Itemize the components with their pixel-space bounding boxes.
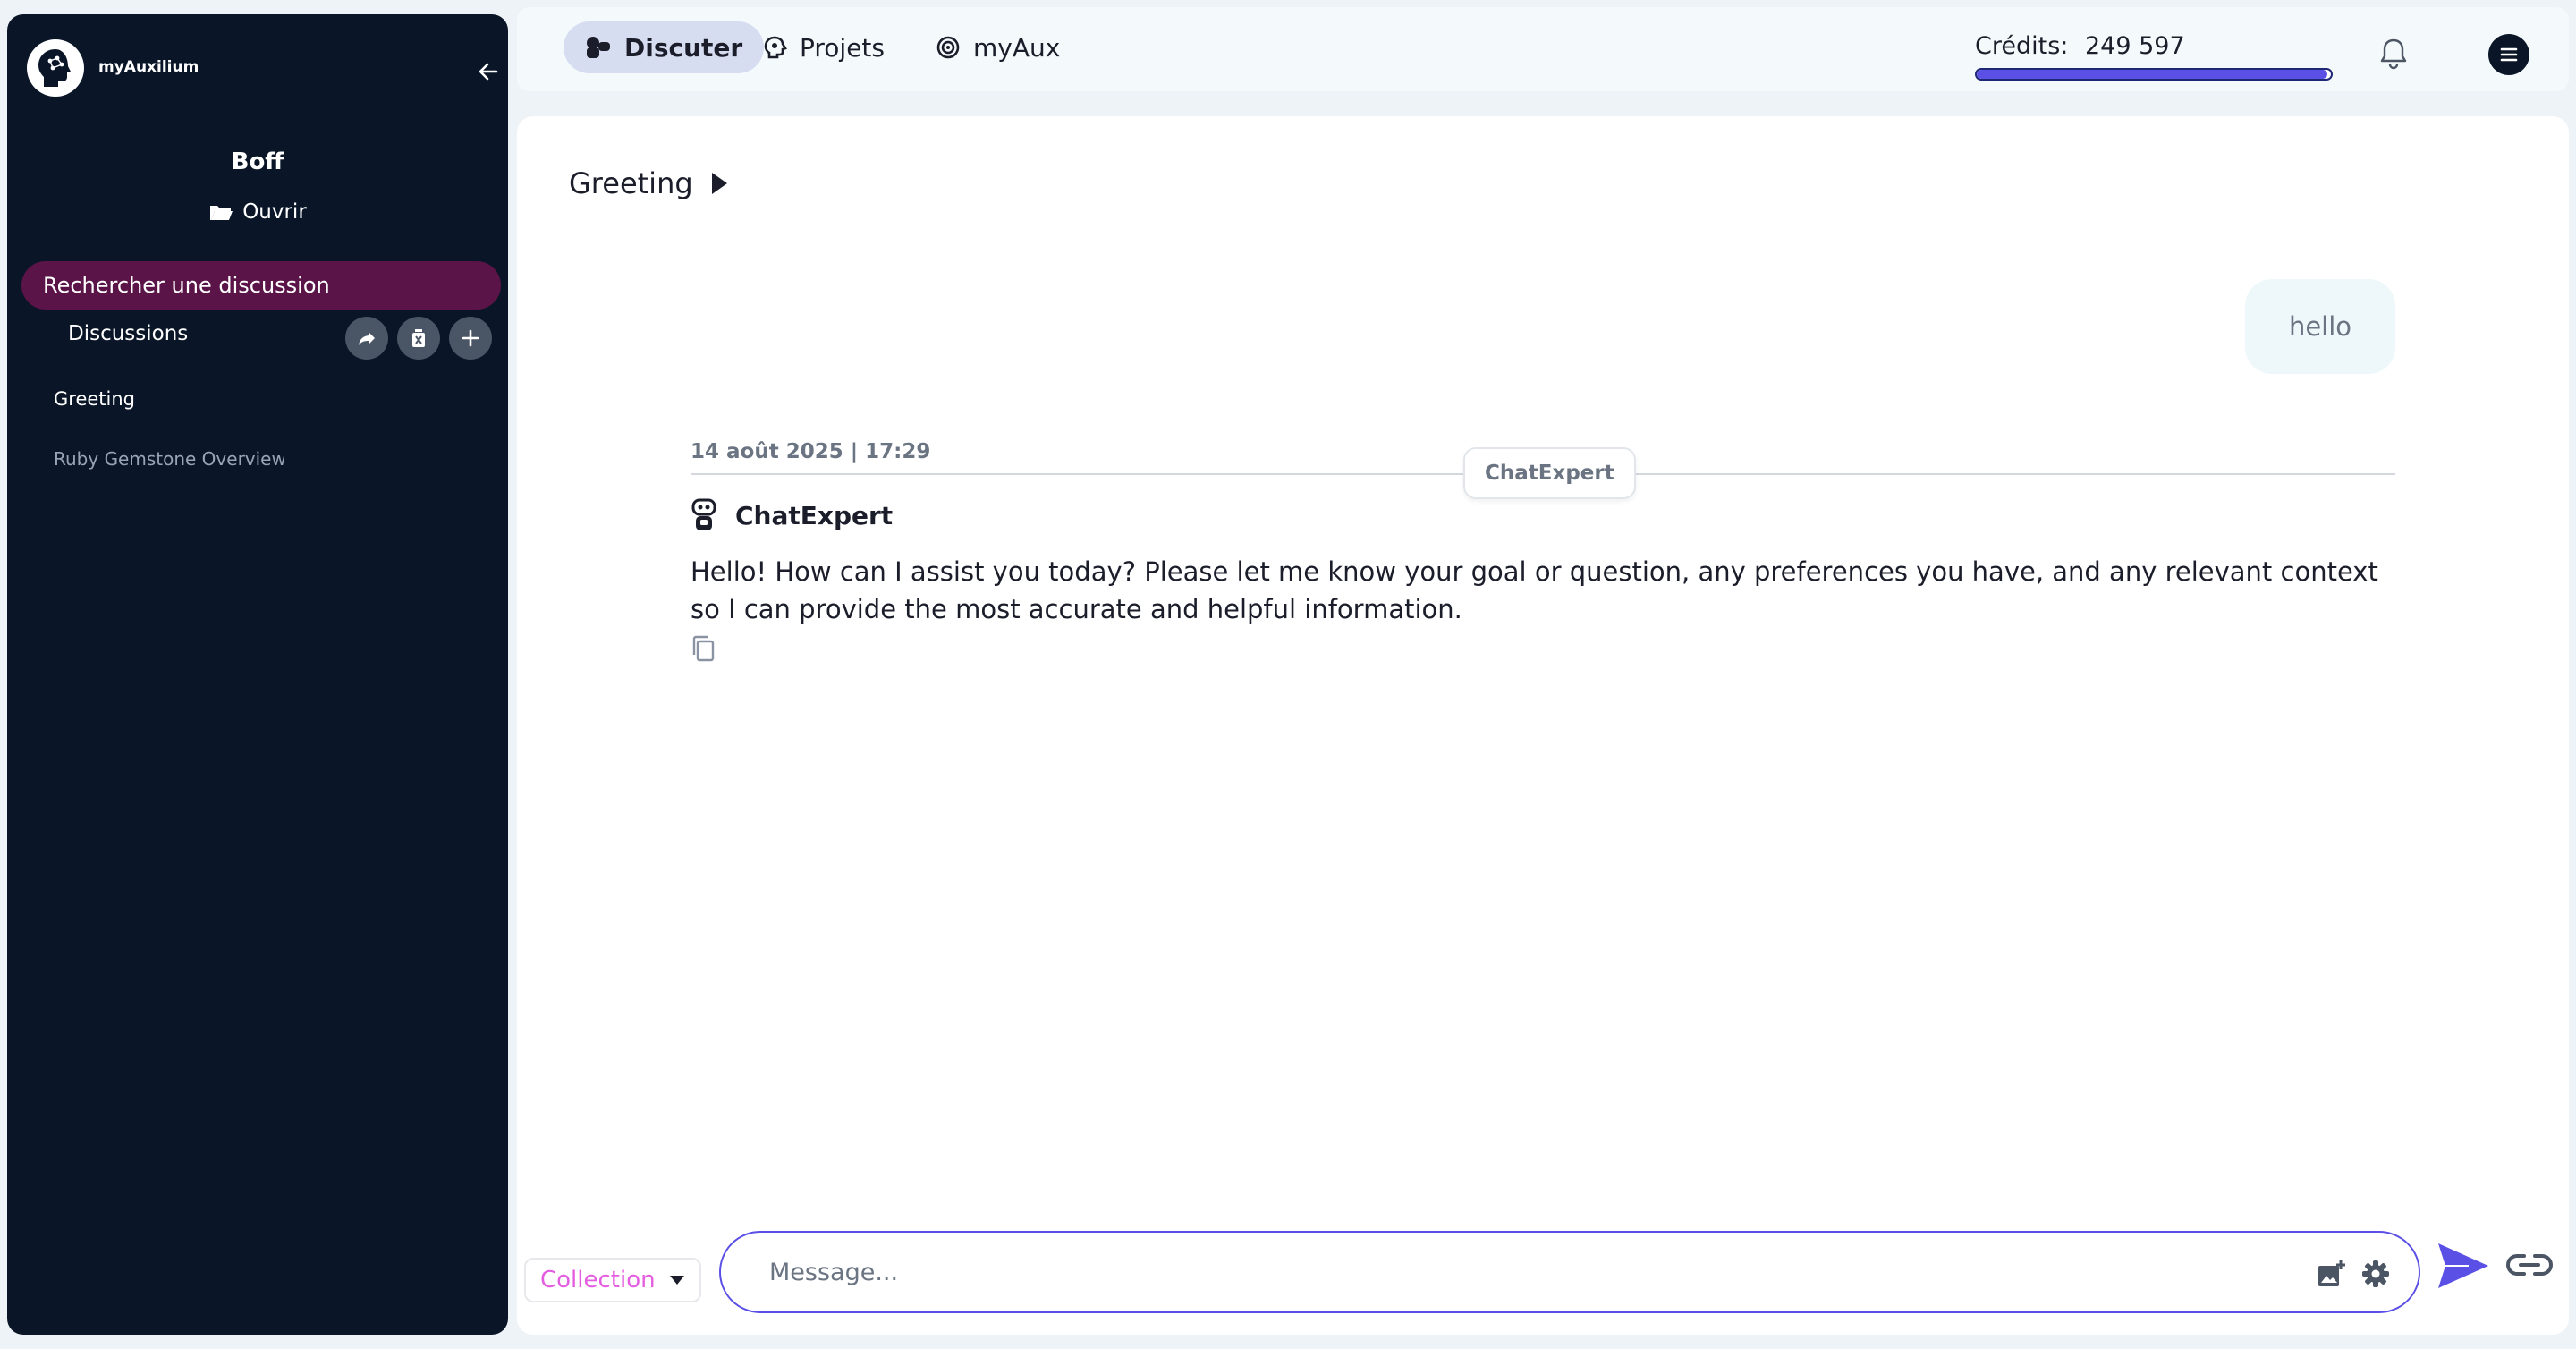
chat-icon bbox=[587, 37, 610, 58]
brain-head-icon bbox=[38, 49, 71, 87]
discussion-actions bbox=[345, 317, 492, 360]
target-icon bbox=[936, 36, 960, 59]
conversation-item-greeting[interactable]: Greeting bbox=[54, 388, 284, 410]
send-icon bbox=[2438, 1243, 2488, 1288]
message-timestamp: 14 août 2025 | 17:29 bbox=[691, 440, 931, 463]
credits-label: Crédits: bbox=[1975, 32, 2069, 60]
credits-progress-bar bbox=[1975, 68, 2333, 81]
send-button[interactable] bbox=[2433, 1236, 2492, 1295]
tab-projets[interactable]: Projets bbox=[741, 21, 906, 73]
user-name: Boff bbox=[231, 148, 284, 175]
bot-header: ChatExpert bbox=[689, 497, 893, 533]
robot-icon bbox=[691, 498, 716, 530]
new-discussion-button[interactable] bbox=[449, 317, 492, 360]
arrow-left-icon bbox=[479, 63, 498, 81]
add-image-icon bbox=[2318, 1260, 2345, 1286]
delete-button[interactable] bbox=[397, 317, 440, 360]
user-message-text: hello bbox=[2288, 311, 2352, 342]
conversation-title: Greeting bbox=[569, 166, 693, 200]
discussions-label: Discussions bbox=[68, 322, 189, 345]
hamburger-menu-icon bbox=[2500, 47, 2518, 62]
chat-panel: Greeting hello 14 août 2025 | 17:29 Chat… bbox=[517, 116, 2569, 1335]
notifications-button[interactable] bbox=[2376, 36, 2411, 72]
top-bar: Discuter Projets myAux Crédits: 249 597 bbox=[517, 7, 2569, 91]
message-input[interactable] bbox=[769, 1252, 2272, 1292]
attach-link-button[interactable] bbox=[2504, 1245, 2555, 1285]
tab-myaux-label: myAux bbox=[973, 32, 1061, 63]
model-chip: ChatExpert bbox=[1463, 447, 1636, 499]
user-message-bubble: hello bbox=[2245, 279, 2395, 374]
settings-button[interactable] bbox=[2360, 1258, 2392, 1290]
copy-message-button[interactable] bbox=[689, 633, 719, 664]
copy-icon bbox=[692, 635, 715, 662]
collapse-sidebar-button[interactable] bbox=[472, 55, 504, 88]
message-composer bbox=[719, 1231, 2420, 1313]
head-icon bbox=[764, 36, 787, 59]
search-discussion-button[interactable]: Rechercher une discussion bbox=[21, 261, 501, 310]
sidebar: myAuxilium Boff Ouvrir Rechercher une di… bbox=[7, 14, 508, 1335]
link-icon bbox=[2506, 1254, 2553, 1276]
gear-icon bbox=[2362, 1260, 2389, 1287]
share-arrow-icon bbox=[359, 332, 375, 345]
logo bbox=[27, 39, 84, 97]
collection-label: Collection bbox=[540, 1267, 656, 1294]
credits-progress-fill bbox=[1977, 70, 2328, 79]
bot-message-text: Hello! How can I assist you today? Pleas… bbox=[691, 556, 2378, 624]
plus-icon bbox=[462, 329, 479, 347]
open-folder-button[interactable]: Ouvrir bbox=[7, 200, 508, 224]
bot-name: ChatExpert bbox=[735, 500, 894, 530]
tab-discuter-label: Discuter bbox=[624, 32, 743, 63]
tab-projets-label: Projets bbox=[800, 32, 885, 63]
collection-dropdown[interactable]: Collection bbox=[524, 1258, 701, 1302]
bell-icon bbox=[2380, 38, 2407, 70]
conversation-title-button[interactable]: Greeting bbox=[569, 166, 729, 200]
main-menu-button[interactable] bbox=[2488, 34, 2529, 75]
credits-value: 249 597 bbox=[2084, 32, 2185, 60]
play-triangle-icon bbox=[711, 173, 727, 194]
tab-discuter[interactable]: Discuter bbox=[564, 21, 765, 73]
add-image-button[interactable] bbox=[2315, 1258, 2347, 1290]
open-label: Ouvrir bbox=[242, 200, 307, 224]
tab-myaux[interactable]: myAux bbox=[914, 21, 1081, 73]
trash-icon bbox=[412, 329, 425, 347]
share-button[interactable] bbox=[345, 317, 388, 360]
credits-display: Crédits: 249 597 bbox=[1975, 32, 2185, 60]
caret-down-icon bbox=[669, 1276, 684, 1285]
conversation-item-ruby-gemstone[interactable]: Ruby Gemstone Overview bbox=[54, 448, 284, 470]
folder-open-icon bbox=[210, 206, 233, 220]
brand-name: myAuxilium bbox=[98, 58, 199, 76]
